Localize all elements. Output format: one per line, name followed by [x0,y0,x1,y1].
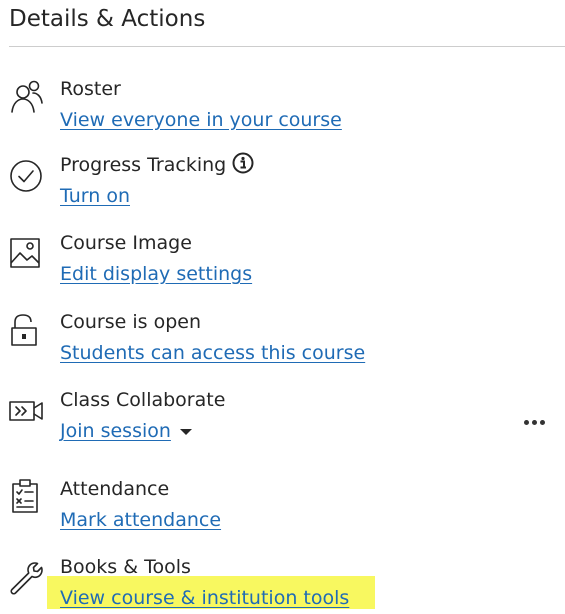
more-dot [524,420,529,425]
course-status-label: Course is open [60,311,202,333]
users-icon [8,78,44,114]
mark-attendance-link[interactable]: Mark attendance [60,507,221,533]
progress-tracking-label: Progress Tracking [60,152,254,181]
course-status-item: Course is open Students can access this … [0,309,500,369]
join-session-dropdown[interactable]: Join session [60,418,192,444]
class-collaborate-item: Class Collaborate Join session [0,387,500,447]
video-camera-icon [8,393,44,429]
divider [9,46,565,47]
edit-display-settings-link[interactable]: Edit display settings [60,261,252,287]
students-access-link[interactable]: Students can access this course [60,340,365,366]
more-dot [532,420,537,425]
roster-item: Roster View everyone in your course [0,76,500,136]
join-session-link[interactable]: Join session [60,420,171,442]
image-icon [8,234,44,270]
turn-on-progress-link[interactable]: Turn on [60,183,130,209]
books-tools-item: Books & Tools View course & institution … [0,554,500,614]
clipboard-checklist-icon [8,478,44,514]
attendance-item: Attendance Mark attendance [0,476,500,536]
view-roster-link[interactable]: View everyone in your course [60,107,342,133]
attendance-label: Attendance [60,478,170,500]
more-dot [540,420,545,425]
caret-down-icon[interactable] [179,429,192,435]
unlock-icon [8,313,44,349]
details-actions-panel: Details & Actions Roster View everyone i… [0,0,565,609]
view-institution-tools-link[interactable]: View course & institution tools [60,585,349,611]
wrench-icon [8,560,44,596]
class-collaborate-label: Class Collaborate [60,389,226,411]
check-circle-icon [8,158,44,194]
roster-label: Roster [60,78,121,100]
course-image-label: Course Image [60,232,192,254]
course-image-item: Course Image Edit display settings [0,230,500,290]
progress-tracking-item: Progress Tracking Turn on [0,152,500,212]
panel-title: Details & Actions [9,6,206,32]
info-icon[interactable] [232,152,254,181]
books-tools-label: Books & Tools [60,556,191,578]
more-options-icon[interactable] [520,412,550,432]
